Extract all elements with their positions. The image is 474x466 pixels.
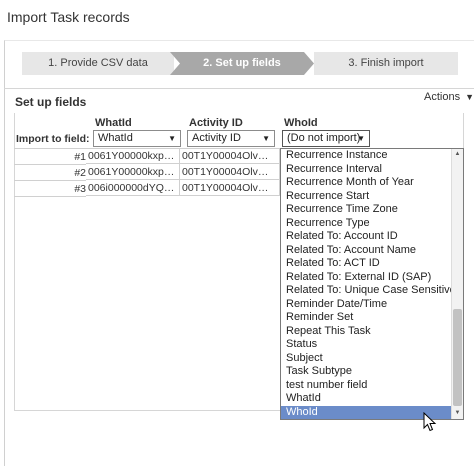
row-divider xyxy=(14,180,86,181)
wizard-steps: 1. Provide CSV data 3. Finish import 2. … xyxy=(22,52,458,75)
dropdown-option[interactable]: WhatId xyxy=(281,392,451,406)
dropdown-option[interactable]: Recurrence Month of Year xyxy=(281,176,451,190)
row-number: #3 xyxy=(74,183,86,195)
table-cell: 006i000000dYQ… xyxy=(86,180,180,196)
select-value: Activity ID xyxy=(192,132,241,144)
dropdown-option[interactable]: Recurrence Time Zone xyxy=(281,203,451,217)
panel-title: Set up fields xyxy=(15,95,87,109)
chevron-down-icon: ▼ xyxy=(262,134,270,143)
scroll-down-icon[interactable]: ▼ xyxy=(452,408,463,419)
table-cell: 00T1Y00004Olv… xyxy=(180,180,280,196)
dropdown-option[interactable]: Recurrence Type xyxy=(281,217,451,231)
whoid-field-select[interactable]: (Do not import) ▼ xyxy=(282,130,370,147)
table-cell: 00T1Y00004Olv… xyxy=(180,164,280,180)
table-cell: 0061Y00000kxp… xyxy=(86,164,180,180)
dropdown-option[interactable]: test number field xyxy=(281,379,451,393)
dropdown-scrollbar[interactable]: ▲ ▼ xyxy=(451,149,463,419)
dropdown-option[interactable]: Related To: External ID (SAP) xyxy=(281,271,451,285)
select-value: (Do not import) xyxy=(287,132,361,144)
activity-id-field-select[interactable]: Activity ID ▼ xyxy=(187,130,275,147)
row-divider xyxy=(14,196,86,197)
mouse-pointer-icon xyxy=(423,412,437,432)
row-number: #1 xyxy=(74,151,86,163)
dropdown-option[interactable]: Reminder Set xyxy=(281,311,451,325)
dropdown-option[interactable]: Recurrence Interval xyxy=(281,163,451,177)
step-finish-import[interactable]: 3. Finish import xyxy=(314,52,458,75)
select-value: WhatId xyxy=(98,132,133,144)
whoid-field-dropdown-list[interactable]: Recurrence Instance Recurrence Interval … xyxy=(280,148,464,420)
step-set-up-fields[interactable]: 2. Set up fields xyxy=(170,52,314,75)
dropdown-option[interactable]: Related To: Unique Case Sensitive xyxy=(281,284,456,298)
dropdown-option[interactable]: Related To: Account Name xyxy=(281,244,451,258)
scrollbar-thumb[interactable] xyxy=(453,309,462,406)
column-header-whoid: WhoId xyxy=(284,117,318,129)
page-title: Import Task records xyxy=(7,9,130,25)
caret-down-icon: ▼ xyxy=(465,92,474,102)
whatid-field-select[interactable]: WhatId ▼ xyxy=(93,130,181,147)
scroll-up-icon[interactable]: ▲ xyxy=(452,149,463,160)
chevron-down-icon: ▼ xyxy=(357,134,365,143)
dropdown-option[interactable]: Task Subtype xyxy=(281,365,451,379)
dropdown-option[interactable]: Repeat This Task xyxy=(281,325,451,339)
dropdown-option[interactable]: Related To: Account ID xyxy=(281,230,451,244)
actions-label: Actions xyxy=(424,91,461,103)
table-cell: 00T1Y00004Olv… xyxy=(180,148,280,164)
column-header-whatid: WhatId xyxy=(95,117,132,129)
row-divider xyxy=(14,164,86,165)
dropdown-option[interactable]: Status xyxy=(281,338,451,352)
column-header-activity-id: Activity ID xyxy=(189,117,243,129)
actions-menu[interactable]: Actions ▼ xyxy=(424,91,474,103)
table-cell: 0061Y00000kxp… xyxy=(86,148,180,164)
step-provide-csv[interactable]: 1. Provide CSV data xyxy=(22,52,174,75)
dropdown-option[interactable]: Reminder Date/Time xyxy=(281,298,451,312)
dropdown-option[interactable]: Recurrence Start xyxy=(281,190,451,204)
dropdown-option[interactable]: Subject xyxy=(281,352,451,366)
chevron-down-icon: ▼ xyxy=(168,134,176,143)
import-to-field-label: Import to field: xyxy=(16,133,90,145)
dropdown-option[interactable]: Recurrence Instance xyxy=(281,149,451,163)
dropdown-option[interactable]: Related To: ACT ID xyxy=(281,257,451,271)
row-number: #2 xyxy=(74,167,86,179)
